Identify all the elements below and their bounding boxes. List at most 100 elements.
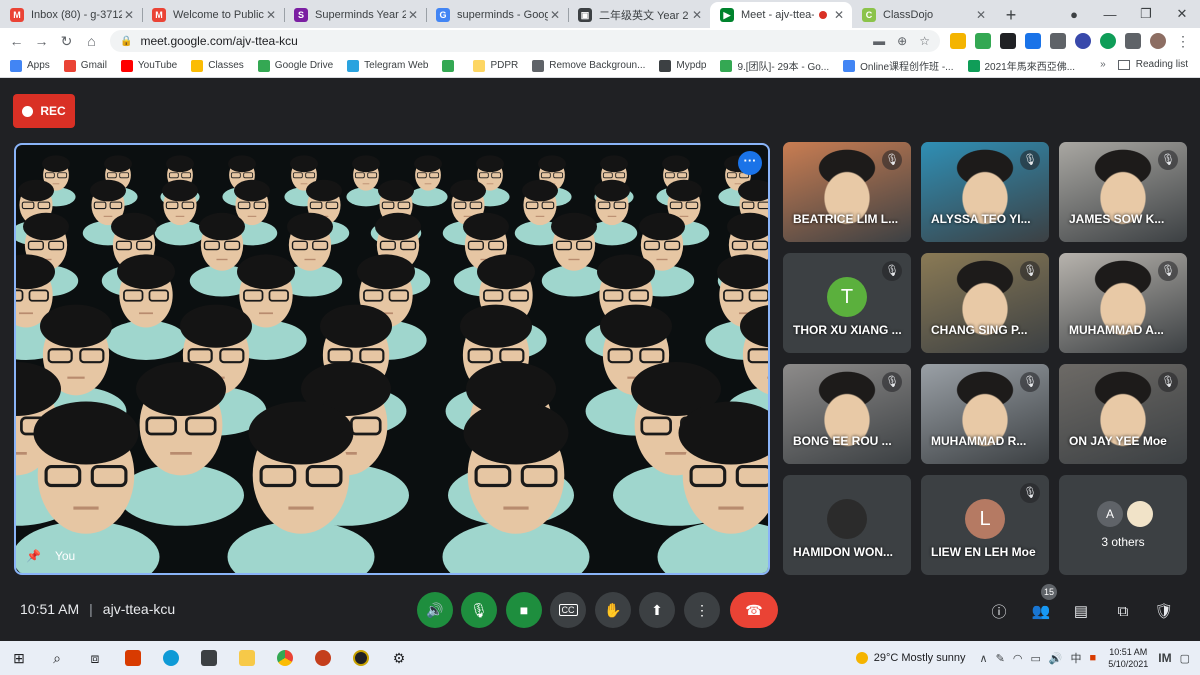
address-bar[interactable]: 🔒 meet.google.com/ajv-ttea-kcu ▬ ⊕ ☆ <box>110 30 940 52</box>
bookmark-item[interactable]: Classes <box>191 59 244 72</box>
bookmark-item[interactable]: YouTube <box>120 59 177 72</box>
minimize-button[interactable]: — <box>1092 7 1128 22</box>
browser-tab[interactable]: ▶ Meet - ajv-ttea-k ✕ <box>710 2 852 28</box>
browser-tab[interactable]: Gsuperminds - Google✕ <box>426 2 568 28</box>
extension-icon[interactable] <box>1000 33 1016 49</box>
extension-icon[interactable] <box>950 33 966 49</box>
bookmark-item[interactable]: Mypdp <box>659 59 706 72</box>
host-controls-button[interactable]: 🛡 <box>1150 597 1178 625</box>
bookmark-item[interactable]: Gmail <box>63 59 107 72</box>
ime-icon[interactable]: 中 <box>1071 650 1082 666</box>
microphone-button[interactable]: 🎙 <box>461 592 497 628</box>
close-tab-icon[interactable]: ✕ <box>974 8 988 22</box>
file-explorer-app[interactable] <box>228 641 266 675</box>
browser-tab[interactable]: S Superminds Year 2 Re✕ <box>284 2 426 28</box>
office-app[interactable] <box>114 641 152 675</box>
close-tab-icon[interactable]: ✕ <box>548 8 562 22</box>
extension-icon[interactable] <box>1025 33 1041 49</box>
browser-tab[interactable]: C ClassDojo ✕ <box>852 2 994 28</box>
bookmark-item[interactable]: 2021年馬來西亞佛... <box>967 58 1075 73</box>
pen-icon[interactable]: ✎ <box>996 652 1005 665</box>
participant-tile[interactable]: 🎙 BEATRICE LIM L... <box>783 142 911 242</box>
others-tile[interactable]: A 3 others <box>1059 475 1187 575</box>
raise-hand-button[interactable]: ✋ <box>595 592 631 628</box>
chat-button[interactable]: ▤ <box>1067 597 1095 625</box>
edge-app[interactable] <box>152 641 190 675</box>
camera-in-use-icon[interactable]: ▬ <box>873 34 885 48</box>
battery-icon[interactable]: ▭ <box>1030 652 1040 665</box>
bookmark-star-icon[interactable]: ☆ <box>919 34 930 48</box>
extension-icon[interactable] <box>1100 33 1116 49</box>
chevron-up-icon[interactable]: ∧ <box>980 652 988 665</box>
participant-tile[interactable]: 🎙 ALYSSA TEO YI... <box>921 142 1049 242</box>
audio-output-button[interactable]: 🔊 <box>417 592 453 628</box>
menu-dots-icon[interactable]: ⋮ <box>1175 33 1191 49</box>
close-tab-icon[interactable]: ✕ <box>122 8 136 22</box>
reading-list[interactable]: » Reading list <box>1100 59 1188 70</box>
new-tab-button[interactable]: + <box>998 2 1024 28</box>
settings-app[interactable]: ⚙ <box>380 641 418 675</box>
captions-button[interactable]: CC <box>550 592 586 628</box>
close-tab-icon[interactable]: ✕ <box>690 8 704 22</box>
back-arrow-icon[interactable]: ← <box>4 33 29 49</box>
recording-indicator[interactable]: REC <box>13 94 75 128</box>
store-app[interactable] <box>190 641 228 675</box>
participant-tile[interactable]: T 🎙 THOR XU XIANG ... <box>783 253 911 353</box>
participant-tile[interactable]: 🎙 BONG EE ROU ... <box>783 364 911 464</box>
zoom-icon[interactable]: ⊕ <box>897 34 907 48</box>
bookmark-item[interactable]: PDPR <box>473 59 518 72</box>
weather-widget[interactable]: 29°C Mostly sunny <box>855 652 966 664</box>
participant-tile[interactable]: 🎙 MUHAMMAD R... <box>921 364 1049 464</box>
clock[interactable]: 10:51 AM 5/10/2021 <box>1108 646 1148 670</box>
close-tab-icon[interactable]: ✕ <box>264 8 278 22</box>
windows-start-button[interactable]: ⊞ <box>0 641 38 675</box>
browser-tab[interactable]: ▣ 二年级英文 Year 2 Eng✕ <box>568 2 710 28</box>
volume-icon[interactable]: 🔊 <box>1049 652 1063 665</box>
forward-arrow-icon[interactable]: → <box>29 33 54 49</box>
reload-icon[interactable]: ↻ <box>54 33 79 50</box>
main-video-tile[interactable]: ··· 📌 You <box>14 143 770 575</box>
wifi-icon[interactable]: ◠ <box>1013 652 1023 665</box>
browser-tab[interactable]: M Welcome to Public M✕ <box>142 2 284 28</box>
chrome-app[interactable] <box>266 641 304 675</box>
close-tab-icon[interactable]: ✕ <box>832 8 846 22</box>
present-screen-button[interactable]: ⬆ <box>639 592 675 628</box>
participant-tile[interactable]: HAMIDON WON... <box>783 475 911 575</box>
bookmark-item[interactable]: Remove Backgroun... <box>532 59 645 72</box>
bookmark-item[interactable]: Google Drive <box>257 59 333 72</box>
bookmark-item[interactable]: Online课程创作班 -... <box>843 58 954 73</box>
profile-icon[interactable]: ● <box>1056 7 1092 22</box>
bookmark-item[interactable]: Apps <box>10 59 50 72</box>
app-tray-icon[interactable]: ■ <box>1090 652 1097 664</box>
participant-tile[interactable]: 🎙 ON JAY YEE Moe <box>1059 364 1187 464</box>
extension-icon[interactable] <box>975 33 991 49</box>
participant-tile[interactable]: 🎙 MUHAMMAD A... <box>1059 253 1187 353</box>
pin-icon[interactable]: 📌 <box>26 549 41 563</box>
extension-icon[interactable] <box>1075 33 1091 49</box>
notifications-icon[interactable]: ▢ <box>1180 652 1190 665</box>
participant-tile[interactable]: L 🎙 LIEW EN LEH Moe <box>921 475 1049 575</box>
ime-mode-icon[interactable]: IM <box>1158 651 1171 665</box>
more-options-button[interactable]: ⋮ <box>684 592 720 628</box>
browser-tab[interactable]: M Inbox (80) - g-371208@✕ <box>0 2 142 28</box>
lock-icon[interactable]: 🔒 <box>120 36 132 47</box>
puzzle-icon[interactable] <box>1125 33 1141 49</box>
camera-button[interactable]: ■ <box>506 592 542 628</box>
close-tab-icon[interactable]: ✕ <box>406 8 420 22</box>
participant-tile[interactable]: 🎙 JAMES SOW K... <box>1059 142 1187 242</box>
leave-call-button[interactable]: ☎ <box>730 592 778 628</box>
search-button[interactable]: ⌕ <box>38 641 76 675</box>
people-button[interactable]: 👥 <box>1027 597 1055 625</box>
activities-button[interactable]: ⧉ <box>1109 597 1137 625</box>
tile-options-icon[interactable]: ··· <box>738 151 762 175</box>
bookmark-item[interactable] <box>442 59 459 72</box>
close-window-button[interactable]: ✕ <box>1164 6 1200 22</box>
more-bookmarks-icon[interactable]: » <box>1100 59 1106 70</box>
url-text[interactable]: meet.google.com/ajv-ttea-kcu <box>140 34 861 48</box>
meeting-details-button[interactable]: ⓘ <box>985 597 1013 625</box>
task-view-button[interactable]: ⧈ <box>76 641 114 675</box>
extension-icon[interactable] <box>1050 33 1066 49</box>
home-icon[interactable]: ⌂ <box>79 33 104 49</box>
powerpoint-app[interactable] <box>304 641 342 675</box>
profile-avatar[interactable] <box>1150 33 1166 49</box>
